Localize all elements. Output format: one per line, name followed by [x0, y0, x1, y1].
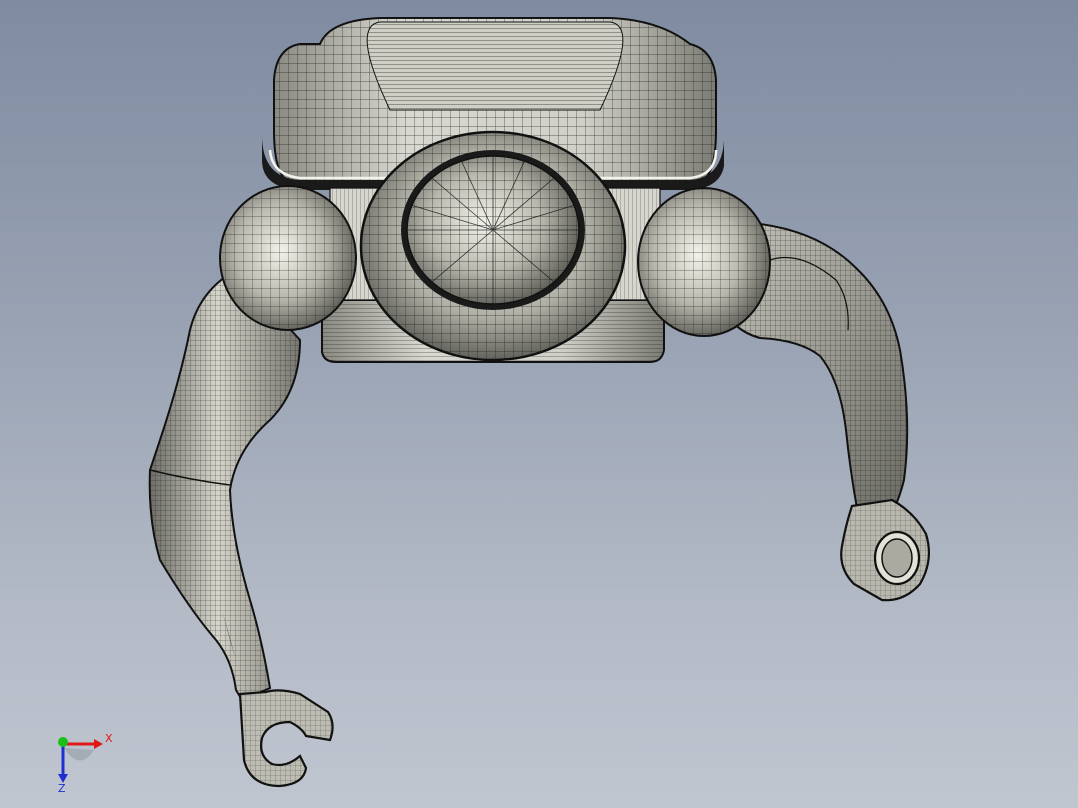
coordinate-triad: X Z	[50, 728, 120, 795]
right-shoulder-joint[interactable]	[637, 187, 771, 337]
3d-model-view[interactable]	[0, 0, 1078, 808]
graphics-viewport[interactable]: X Z	[0, 0, 1078, 808]
x-axis-label: X	[105, 732, 113, 745]
head-sphere[interactable]	[359, 130, 627, 362]
left-shoulder-joint[interactable]	[219, 185, 357, 331]
z-axis-label: Z	[58, 782, 66, 792]
x-axis-arrowhead	[94, 739, 103, 749]
y-axis-dot	[58, 737, 68, 747]
triad-graphic: X Z	[58, 732, 113, 795]
left-arm[interactable]	[148, 268, 334, 788]
